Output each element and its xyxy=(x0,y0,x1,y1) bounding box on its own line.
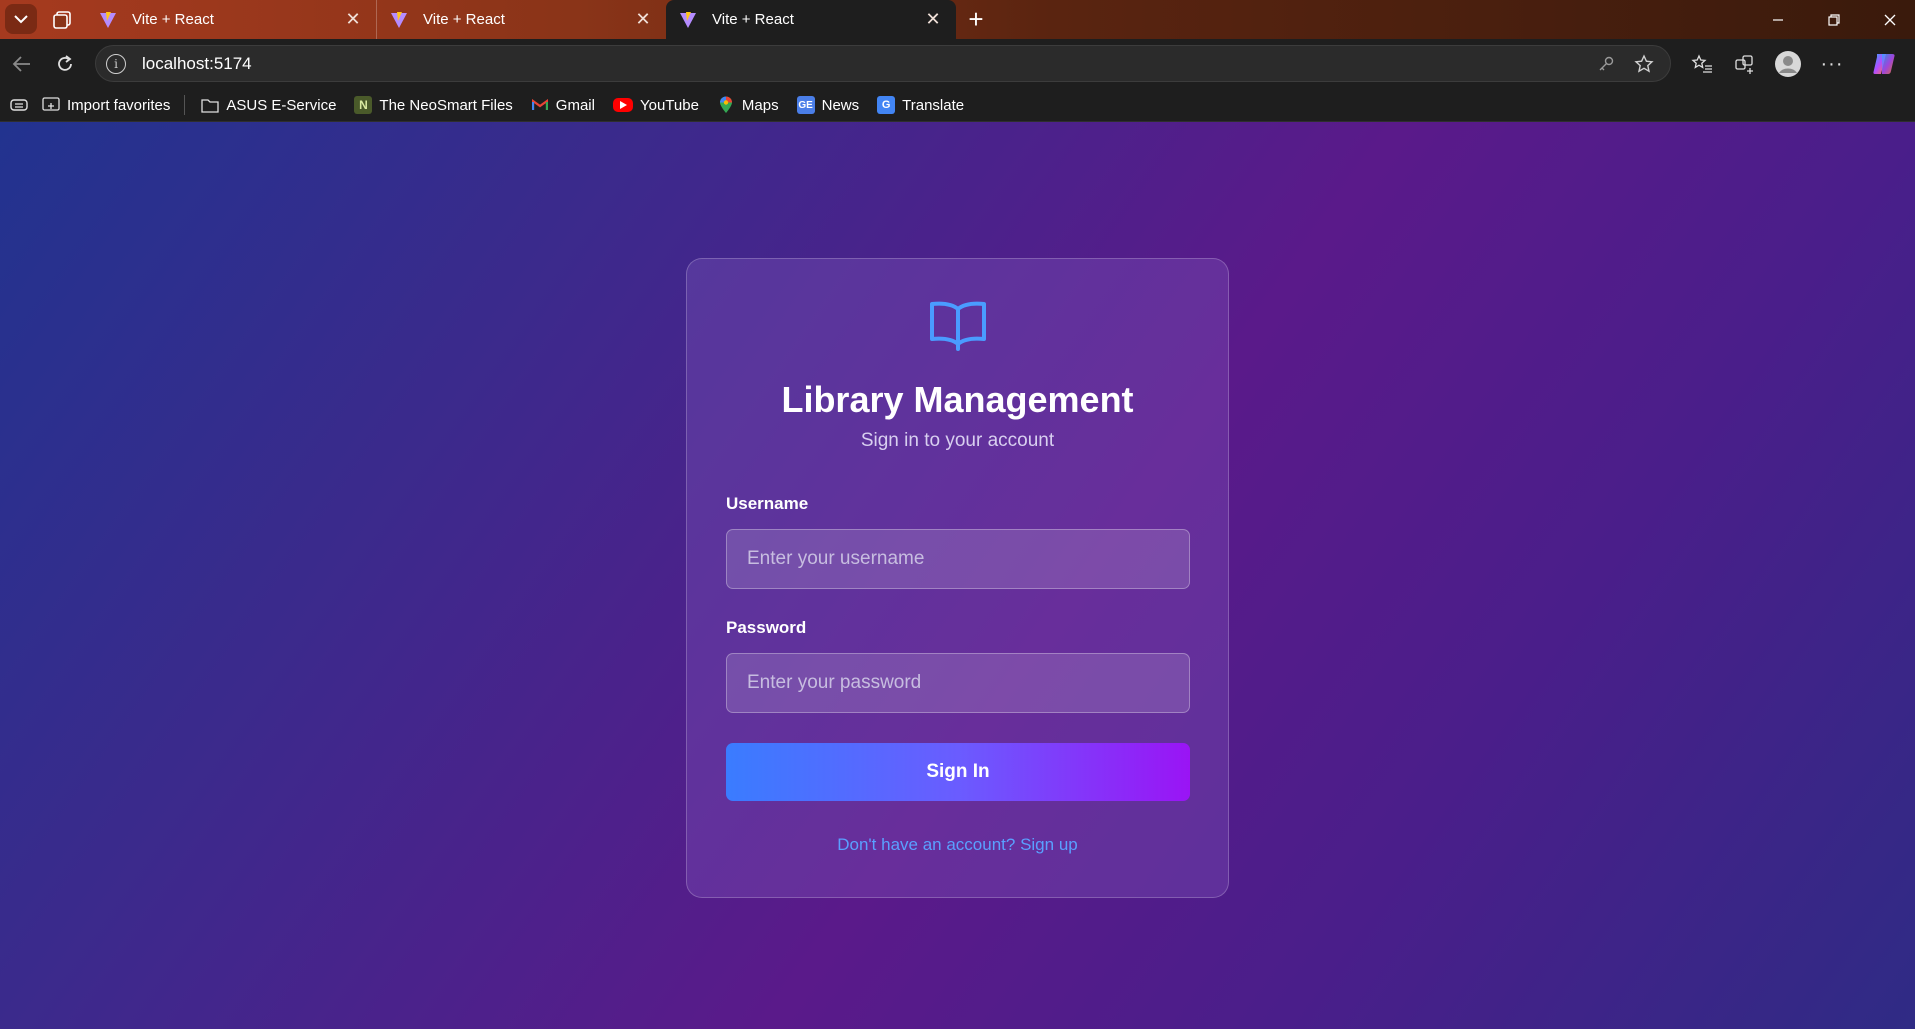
password-key-icon[interactable] xyxy=(1594,52,1618,76)
refresh-icon xyxy=(58,55,72,71)
bookmark-youtube[interactable]: YouTube xyxy=(612,96,699,114)
profile-button[interactable] xyxy=(1774,50,1802,78)
page-subtitle: Sign in to your account xyxy=(860,430,1055,451)
bookmark-label: News xyxy=(821,96,860,114)
collections-button[interactable] xyxy=(1731,50,1759,78)
restore-button[interactable] xyxy=(1806,0,1862,39)
favorites-button[interactable] xyxy=(1688,50,1716,78)
close-tab-icon[interactable]: ✕ xyxy=(342,9,364,30)
vite-icon xyxy=(391,11,407,28)
browser-tab[interactable]: Vite + React ✕ xyxy=(86,0,376,39)
tab-title: Vite + React xyxy=(132,11,214,28)
bookmark-label: Translate xyxy=(902,96,965,114)
vite-icon xyxy=(100,11,116,28)
favorites-bar-toggle[interactable] xyxy=(10,98,28,112)
back-button[interactable] xyxy=(9,51,35,77)
site-info-icon[interactable]: i xyxy=(106,53,126,74)
bookmark-import-favorites[interactable]: Import favorites xyxy=(42,96,170,114)
bookmark-label: Maps xyxy=(741,96,779,114)
new-tab-button[interactable]: + xyxy=(962,5,990,33)
chevron-down-icon xyxy=(14,15,28,24)
url-text[interactable]: localhost:5174 xyxy=(142,54,1594,74)
collections-icon xyxy=(1735,55,1753,74)
close-window-button[interactable] xyxy=(1862,0,1915,39)
close-tab-icon[interactable]: ✕ xyxy=(632,9,654,30)
close-tab-icon[interactable]: ✕ xyxy=(922,9,944,30)
avatar-icon xyxy=(1775,51,1801,77)
neosmart-icon: N xyxy=(354,96,373,114)
back-arrow-icon xyxy=(12,56,30,72)
maps-icon xyxy=(717,96,735,114)
translate-icon: G xyxy=(877,96,896,114)
tab-bar: Vite + React ✕ Vite + React ✕ Vite + Rea… xyxy=(0,0,1915,39)
workspaces-button[interactable] xyxy=(50,8,74,32)
close-icon xyxy=(1884,14,1896,25)
login-card: Library Management Sign in to your accou… xyxy=(686,258,1229,898)
gmail-icon xyxy=(531,96,549,114)
bookmark-folder-asus[interactable]: ASUS E-Service xyxy=(201,96,336,114)
vite-icon xyxy=(680,11,696,28)
workspaces-icon xyxy=(53,11,71,29)
favorite-star-icon[interactable] xyxy=(1632,52,1656,76)
book-icon xyxy=(930,301,986,351)
bookmark-label: The NeoSmart Files xyxy=(379,96,513,114)
password-label: Password xyxy=(726,618,807,637)
sign-in-button[interactable]: Sign In xyxy=(726,743,1190,801)
copilot-button[interactable] xyxy=(1870,50,1898,78)
sign-up-link[interactable]: Don't have an account? Sign up xyxy=(687,835,1228,855)
bookmark-divider xyxy=(184,95,186,115)
bookmark-news[interactable]: GE News xyxy=(796,96,860,114)
bookmark-gmail[interactable]: Gmail xyxy=(531,96,595,114)
address-bar[interactable]: i localhost:5174 xyxy=(95,45,1671,82)
bookmark-label: Import favorites xyxy=(67,96,171,114)
toolbar: i localhost:5174 ··· xyxy=(0,39,1915,89)
browser-tab-active[interactable]: Vite + React ✕ xyxy=(666,0,956,39)
browser-tab[interactable]: Vite + React ✕ xyxy=(376,0,666,39)
username-label: Username xyxy=(726,494,809,513)
page-title: Library Management xyxy=(781,379,1134,420)
bookmark-label: ASUS E-Service xyxy=(226,96,337,114)
page-background: Library Management Sign in to your accou… xyxy=(0,122,1915,1029)
minimize-button[interactable] xyxy=(1750,0,1806,39)
youtube-icon xyxy=(612,98,633,112)
news-icon: GE xyxy=(796,96,815,114)
bookmark-label: YouTube xyxy=(639,96,699,114)
bookmark-maps[interactable]: Maps xyxy=(717,96,779,114)
bookmark-label: Gmail xyxy=(555,96,595,114)
tab-title: Vite + React xyxy=(712,11,794,28)
tab-title: Vite + React xyxy=(423,11,505,28)
favorites-list-icon xyxy=(1691,54,1712,73)
folder-icon xyxy=(201,96,220,114)
password-input[interactable] xyxy=(726,653,1190,713)
copilot-icon xyxy=(1873,54,1895,74)
minimize-icon xyxy=(1773,18,1783,21)
refresh-button[interactable] xyxy=(52,51,78,77)
bookmark-translate[interactable]: G Translate xyxy=(877,96,964,114)
restore-icon xyxy=(1828,13,1840,26)
favorites-bar: Import favorites ASUS E-Service N The Ne… xyxy=(0,89,1915,122)
favorites-bar-icon xyxy=(10,99,28,111)
username-input[interactable] xyxy=(726,529,1190,589)
ellipsis-icon: ··· xyxy=(1820,52,1844,75)
import-icon xyxy=(42,96,60,114)
more-options-button[interactable]: ··· xyxy=(1818,50,1846,78)
tab-actions-menu-button[interactable] xyxy=(5,4,37,34)
bookmark-neosmart[interactable]: N The NeoSmart Files xyxy=(354,96,513,114)
